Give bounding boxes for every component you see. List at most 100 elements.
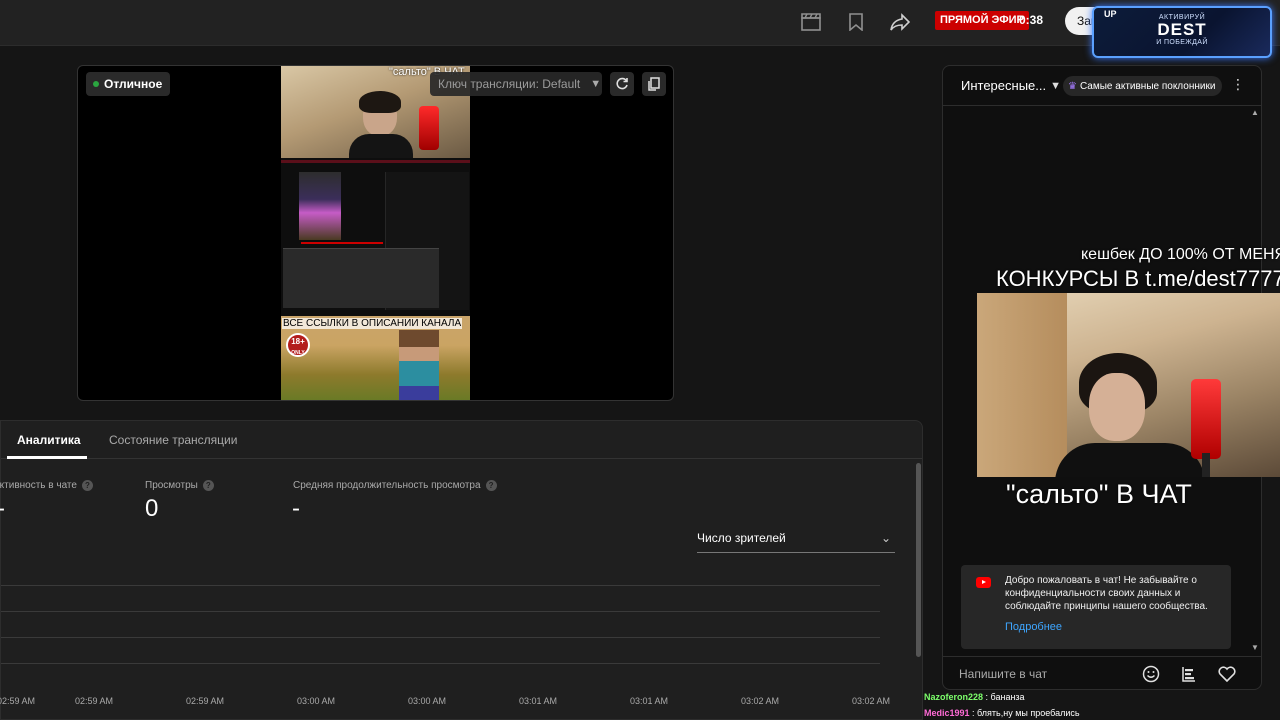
capture-panel — [283, 248, 439, 308]
poll-icon[interactable] — [1178, 663, 1200, 685]
chat-mode-select[interactable]: Интересные... ▼ — [961, 78, 1061, 93]
chevron-down-icon: ⌄ — [880, 531, 891, 545]
help-icon[interactable]: ? — [202, 480, 214, 491]
metric-avg-duration-value: - — [292, 495, 300, 522]
chat-text: : бананза — [983, 692, 1025, 702]
game-character — [399, 330, 439, 400]
chart-gridline — [1, 585, 880, 586]
promo-banner: UP АКТИВИРУЙ DEST И ПОБЕЖДАЙ — [1092, 6, 1272, 58]
metric-views-label: Просмотры ? — [145, 480, 214, 491]
metric-chat-activity-label: Активность в чате ? — [0, 480, 93, 491]
streamer-shirt — [349, 134, 413, 160]
promo-brand: DEST — [1157, 20, 1207, 39]
tab-analytics[interactable]: Аналитика — [17, 433, 81, 447]
viewers-metric-select[interactable]: Число зрителей ⌄ — [697, 531, 895, 553]
overlay-cashback-text: кешбек ДО 100% ОТ МЕНЯ — [1081, 246, 1280, 263]
more-options-icon[interactable]: ⋮ — [1231, 76, 1245, 93]
status-dot-icon — [93, 81, 99, 87]
share-icon[interactable] — [888, 10, 912, 34]
top-fans-chip[interactable]: ♛ Самые активные поклонники — [1063, 76, 1223, 96]
top-bar: ПРЯМОЙ ЭФИР 0:38 Завершить трансляцию — [0, 0, 1280, 46]
viewers-select-label: Число зрителей — [697, 531, 786, 545]
stream-quality-badge: Отличное — [86, 72, 171, 96]
analytics-scrollbar[interactable] — [916, 463, 921, 657]
metric-chat-activity-text: Активность в чате — [0, 480, 77, 491]
webcam-streamer-body — [1055, 443, 1205, 477]
analytics-panel: Аналитика Состояние трансляции Активност… — [0, 420, 923, 720]
analytics-tabs: Аналитика Состояние трансляции — [1, 421, 922, 459]
refresh-button[interactable] — [610, 72, 634, 96]
overlay-chat-feed: Nazoferon228 : бананза Medic1991 : блять… — [924, 689, 1080, 720]
overlay-chat-message: Nazoferon228 : бананза — [924, 689, 1080, 705]
stream-key-select[interactable]: Ключ трансляции: Default ▼ — [430, 72, 602, 96]
crown-icon: ♛ — [1068, 80, 1077, 92]
chat-input-bar: Напишите в чат — [943, 656, 1261, 689]
chart-x-tick: 02:59 AM — [186, 696, 225, 706]
webcam-streamer-face — [1089, 373, 1145, 441]
chart-x-tick: 03:02 AM — [852, 696, 891, 706]
chat-username: Nazoferon228 — [924, 692, 984, 702]
capture-thumbnail — [299, 172, 341, 240]
chat-welcome-message: Добро пожаловать в чат! Не забывайте о к… — [961, 565, 1231, 649]
top-fans-label: Самые активные поклонники — [1079, 80, 1216, 92]
chat-input[interactable]: Напишите в чат — [959, 664, 1135, 684]
age-badge: 18+ ONLY — [286, 333, 310, 357]
age-badge-line2: ONLY — [291, 350, 305, 356]
webcam-door — [977, 293, 1067, 477]
chat-header: Интересные... ▼ ♛ Самые активные поклонн… — [943, 66, 1261, 106]
overlay-chat-message: Medic1991 : блять,ну мы проебались — [924, 705, 1080, 720]
age-badge-line1: 18+ — [291, 337, 305, 346]
chart-gridline — [1, 637, 880, 638]
webcam-mic-stand — [1202, 453, 1210, 477]
active-tab-indicator — [7, 456, 87, 459]
help-icon[interactable]: ? — [485, 480, 497, 491]
chat-username: Medic1991 — [924, 708, 970, 718]
learn-more-link[interactable]: Подробнее — [1005, 621, 1062, 633]
live-badge: ПРЯМОЙ ЭФИР — [935, 11, 1029, 30]
streamer-hair — [359, 91, 401, 113]
scroll-up-icon[interactable]: ▲ — [1251, 108, 1259, 117]
links-caption: ВСЕ ССЫЛКИ В ОПИСАНИИ КАНАЛА — [282, 318, 463, 329]
chart-gridline — [1, 611, 880, 612]
live-duration: 0:38 — [1019, 13, 1044, 27]
overlay-salto-text: "сальто" В ЧАТ — [1006, 479, 1192, 509]
copy-icon — [648, 77, 660, 91]
chart-gridline — [1, 663, 880, 664]
chart-x-tick: 03:02 AM — [741, 696, 780, 706]
promo-corner-label: UP — [1104, 9, 1117, 19]
chat-title: Интересные... — [961, 78, 1047, 93]
chart-x-tick: 02:59 AM — [0, 696, 36, 706]
emoji-icon[interactable] — [1140, 663, 1162, 685]
help-icon[interactable]: ? — [81, 480, 93, 491]
copy-button[interactable] — [642, 72, 666, 96]
chevron-down-icon: ▼ — [590, 78, 602, 90]
metric-avg-duration-label: Средняя продолжительность просмотра ? — [293, 480, 497, 491]
welcome-text: Добро пожаловать в чат! Не забывайте о к… — [1005, 575, 1208, 612]
chevron-down-icon: ▼ — [1050, 79, 1061, 92]
chart-x-tick: 02:59 AM — [75, 696, 114, 706]
metric-chat-activity-value: - — [0, 495, 5, 523]
stream-key-label: Ключ трансляции: Default — [438, 77, 581, 91]
clapperboard-icon[interactable] — [799, 10, 823, 34]
heart-icon[interactable] — [1216, 663, 1238, 685]
metric-views-text: Просмотры — [145, 480, 198, 491]
chart-x-tick: 03:00 AM — [408, 696, 447, 706]
quality-label: Отличное — [104, 77, 163, 91]
chart-x-tick: 03:00 AM — [297, 696, 336, 706]
chart-x-tick: 03:01 AM — [630, 696, 669, 706]
stream-video-frame: "сальто" В ЧАТ ВСЕ ССЫЛКИ В ОПИСАНИИ КАН… — [281, 66, 470, 400]
metric-avg-duration-text: Средняя продолжительность просмотра — [293, 480, 481, 491]
refresh-icon — [616, 77, 628, 90]
nested-screen-capture — [281, 158, 470, 316]
capture-progress-bar — [301, 242, 383, 244]
overlay-contest-text: КОНКУРСЫ В t.me/dest7777 — [996, 266, 1280, 291]
game-footage: ВСЕ ССЫЛКИ В ОПИСАНИИ КАНАЛА 18+ ONLY — [281, 316, 470, 400]
scroll-down-icon[interactable]: ▼ — [1251, 643, 1259, 652]
metric-views-value: 0 — [145, 495, 159, 522]
youtube-icon — [976, 577, 991, 588]
microphone-image — [419, 106, 439, 150]
webcam-microphone — [1191, 379, 1221, 459]
tab-stream-health[interactable]: Состояние трансляции — [109, 433, 237, 447]
bookmark-icon[interactable] — [844, 10, 868, 34]
promo-bottom-line: И ПОБЕЖДАЙ — [1156, 39, 1208, 46]
